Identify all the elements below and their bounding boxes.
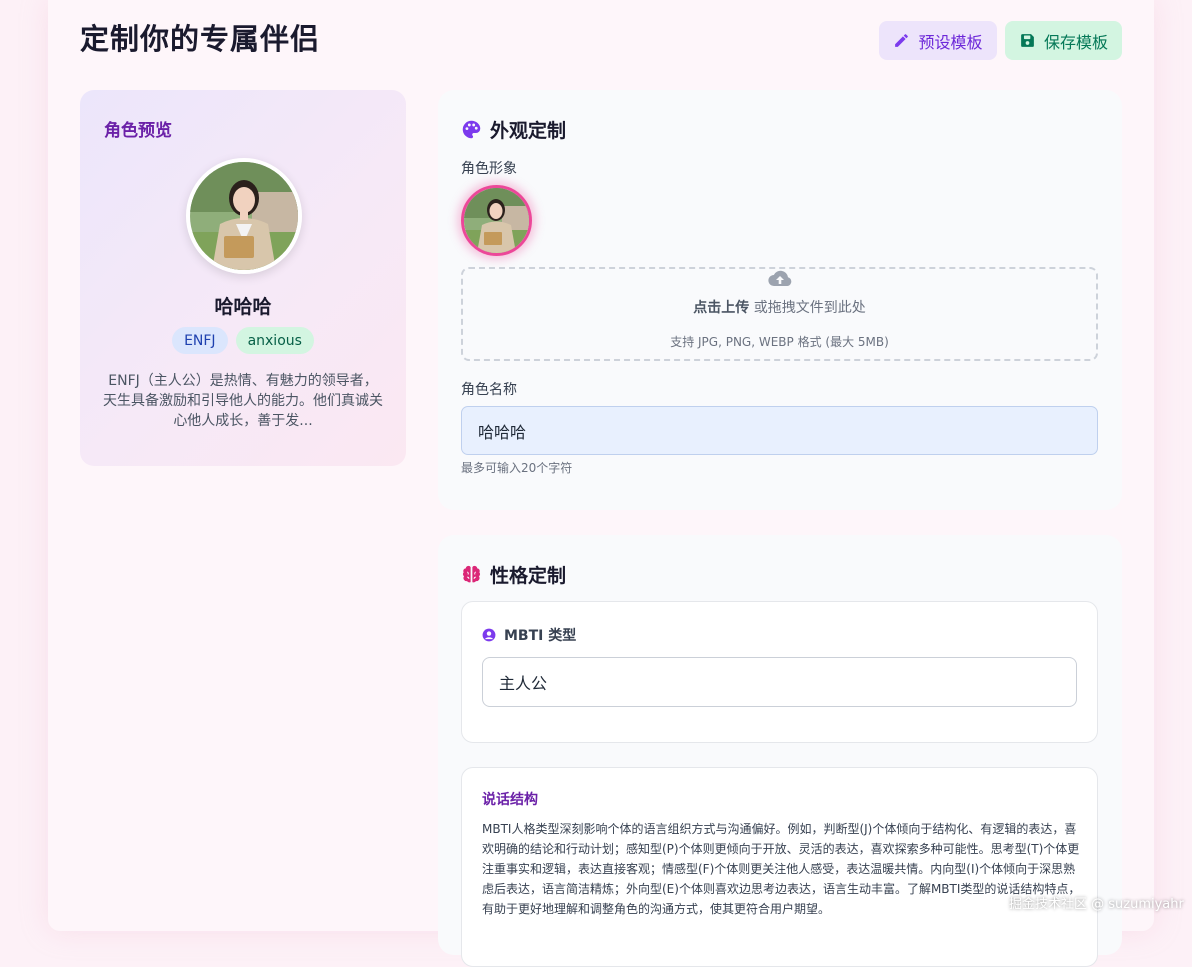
character-name-input[interactable] xyxy=(461,406,1098,455)
upload-click-text: 点击上传 xyxy=(693,300,750,316)
save-icon xyxy=(1021,34,1034,47)
preview-name: 哈哈哈 xyxy=(214,296,272,318)
preview-title: 角色预览 xyxy=(104,121,172,141)
speech-structure-card: 说话结构 MBTI人格类型深刻影响个体的语言组织方式与沟通偏好。例如，判断型(J… xyxy=(461,767,1098,967)
preset-template-label: 预设模板 xyxy=(918,32,983,52)
mbti-type-select[interactable]: 主人公 xyxy=(482,657,1077,707)
character-preview-card: 角色预览 哈哈哈 ENFJ anxious ENFJ（主人公）是热情、有魅力的领… xyxy=(80,90,406,466)
page-title: 定制你的专属伴侣 xyxy=(80,22,321,56)
preset-template-button[interactable]: 预设模板 xyxy=(879,21,997,60)
personality-title: 性格定制 xyxy=(461,561,566,588)
appearance-title-text: 外观定制 xyxy=(490,120,567,142)
cloud-upload-icon xyxy=(768,270,792,287)
name-length-hint: 最多可输入20个字符 xyxy=(461,461,573,475)
avatar-photo xyxy=(190,162,298,270)
preview-description: ENFJ（主人公）是热情、有魅力的领导者，天生具备激励和引导他人的能力。他们真诚… xyxy=(103,373,383,429)
speech-structure-title: 说话结构 xyxy=(482,792,538,808)
user-circle-icon xyxy=(482,628,496,642)
upload-format-hint: 支持 JPG, PNG, WEBP 格式 (最大 5MB) xyxy=(670,335,889,349)
watermark: 掘金技术社区 @ suzumiyahr xyxy=(1009,897,1184,912)
mbti-card: MBTI 类型 主人公 xyxy=(461,601,1098,743)
mbti-label-text: MBTI 类型 xyxy=(504,628,577,644)
mbti-label: MBTI 类型 xyxy=(482,625,576,645)
upload-drag-text: 或拖拽文件到此处 xyxy=(749,300,866,316)
avatar-thumb-photo xyxy=(464,188,529,253)
avatar-upload-dropzone[interactable]: 点击上传 或拖拽文件到此处 支持 JPG, PNG, WEBP 格式 (最大 5… xyxy=(461,267,1098,361)
speech-structure-description: MBTI人格类型深刻影响个体的语言组织方式与沟通偏好。例如，判断型(J)个体倾向… xyxy=(482,822,1081,916)
save-template-button[interactable]: 保存模板 xyxy=(1005,21,1122,60)
brain-icon xyxy=(462,565,481,583)
preview-avatar xyxy=(186,158,302,274)
page-container: 定制你的专属伴侣 预设模板 保存模板 角色预览 哈哈哈 ENFJ anxious… xyxy=(48,0,1154,967)
avatar-thumbnail[interactable] xyxy=(461,185,532,256)
save-template-label: 保存模板 xyxy=(1043,32,1108,52)
upload-instructions: 点击上传 或拖拽文件到此处 xyxy=(463,297,1096,317)
preview-tags: ENFJ anxious xyxy=(80,327,406,354)
personality-panel: 性格定制 MBTI 类型 主人公 说话结构 MBTI人格类型深刻影响个体的语言组… xyxy=(438,535,1122,967)
pencil-icon xyxy=(895,34,909,47)
palette-icon xyxy=(462,120,481,139)
name-label: 角色名称 xyxy=(461,382,517,398)
mbti-tag: ENFJ xyxy=(172,327,228,354)
personality-title-text: 性格定制 xyxy=(490,565,567,587)
avatar-label: 角色形象 xyxy=(461,161,517,177)
mood-tag: anxious xyxy=(235,327,314,354)
appearance-title: 外观定制 xyxy=(461,116,566,143)
appearance-panel: 外观定制 角色形象 点击上传 或拖拽文件到此处 支持 JPG, PNG, WEB… xyxy=(438,90,1122,510)
